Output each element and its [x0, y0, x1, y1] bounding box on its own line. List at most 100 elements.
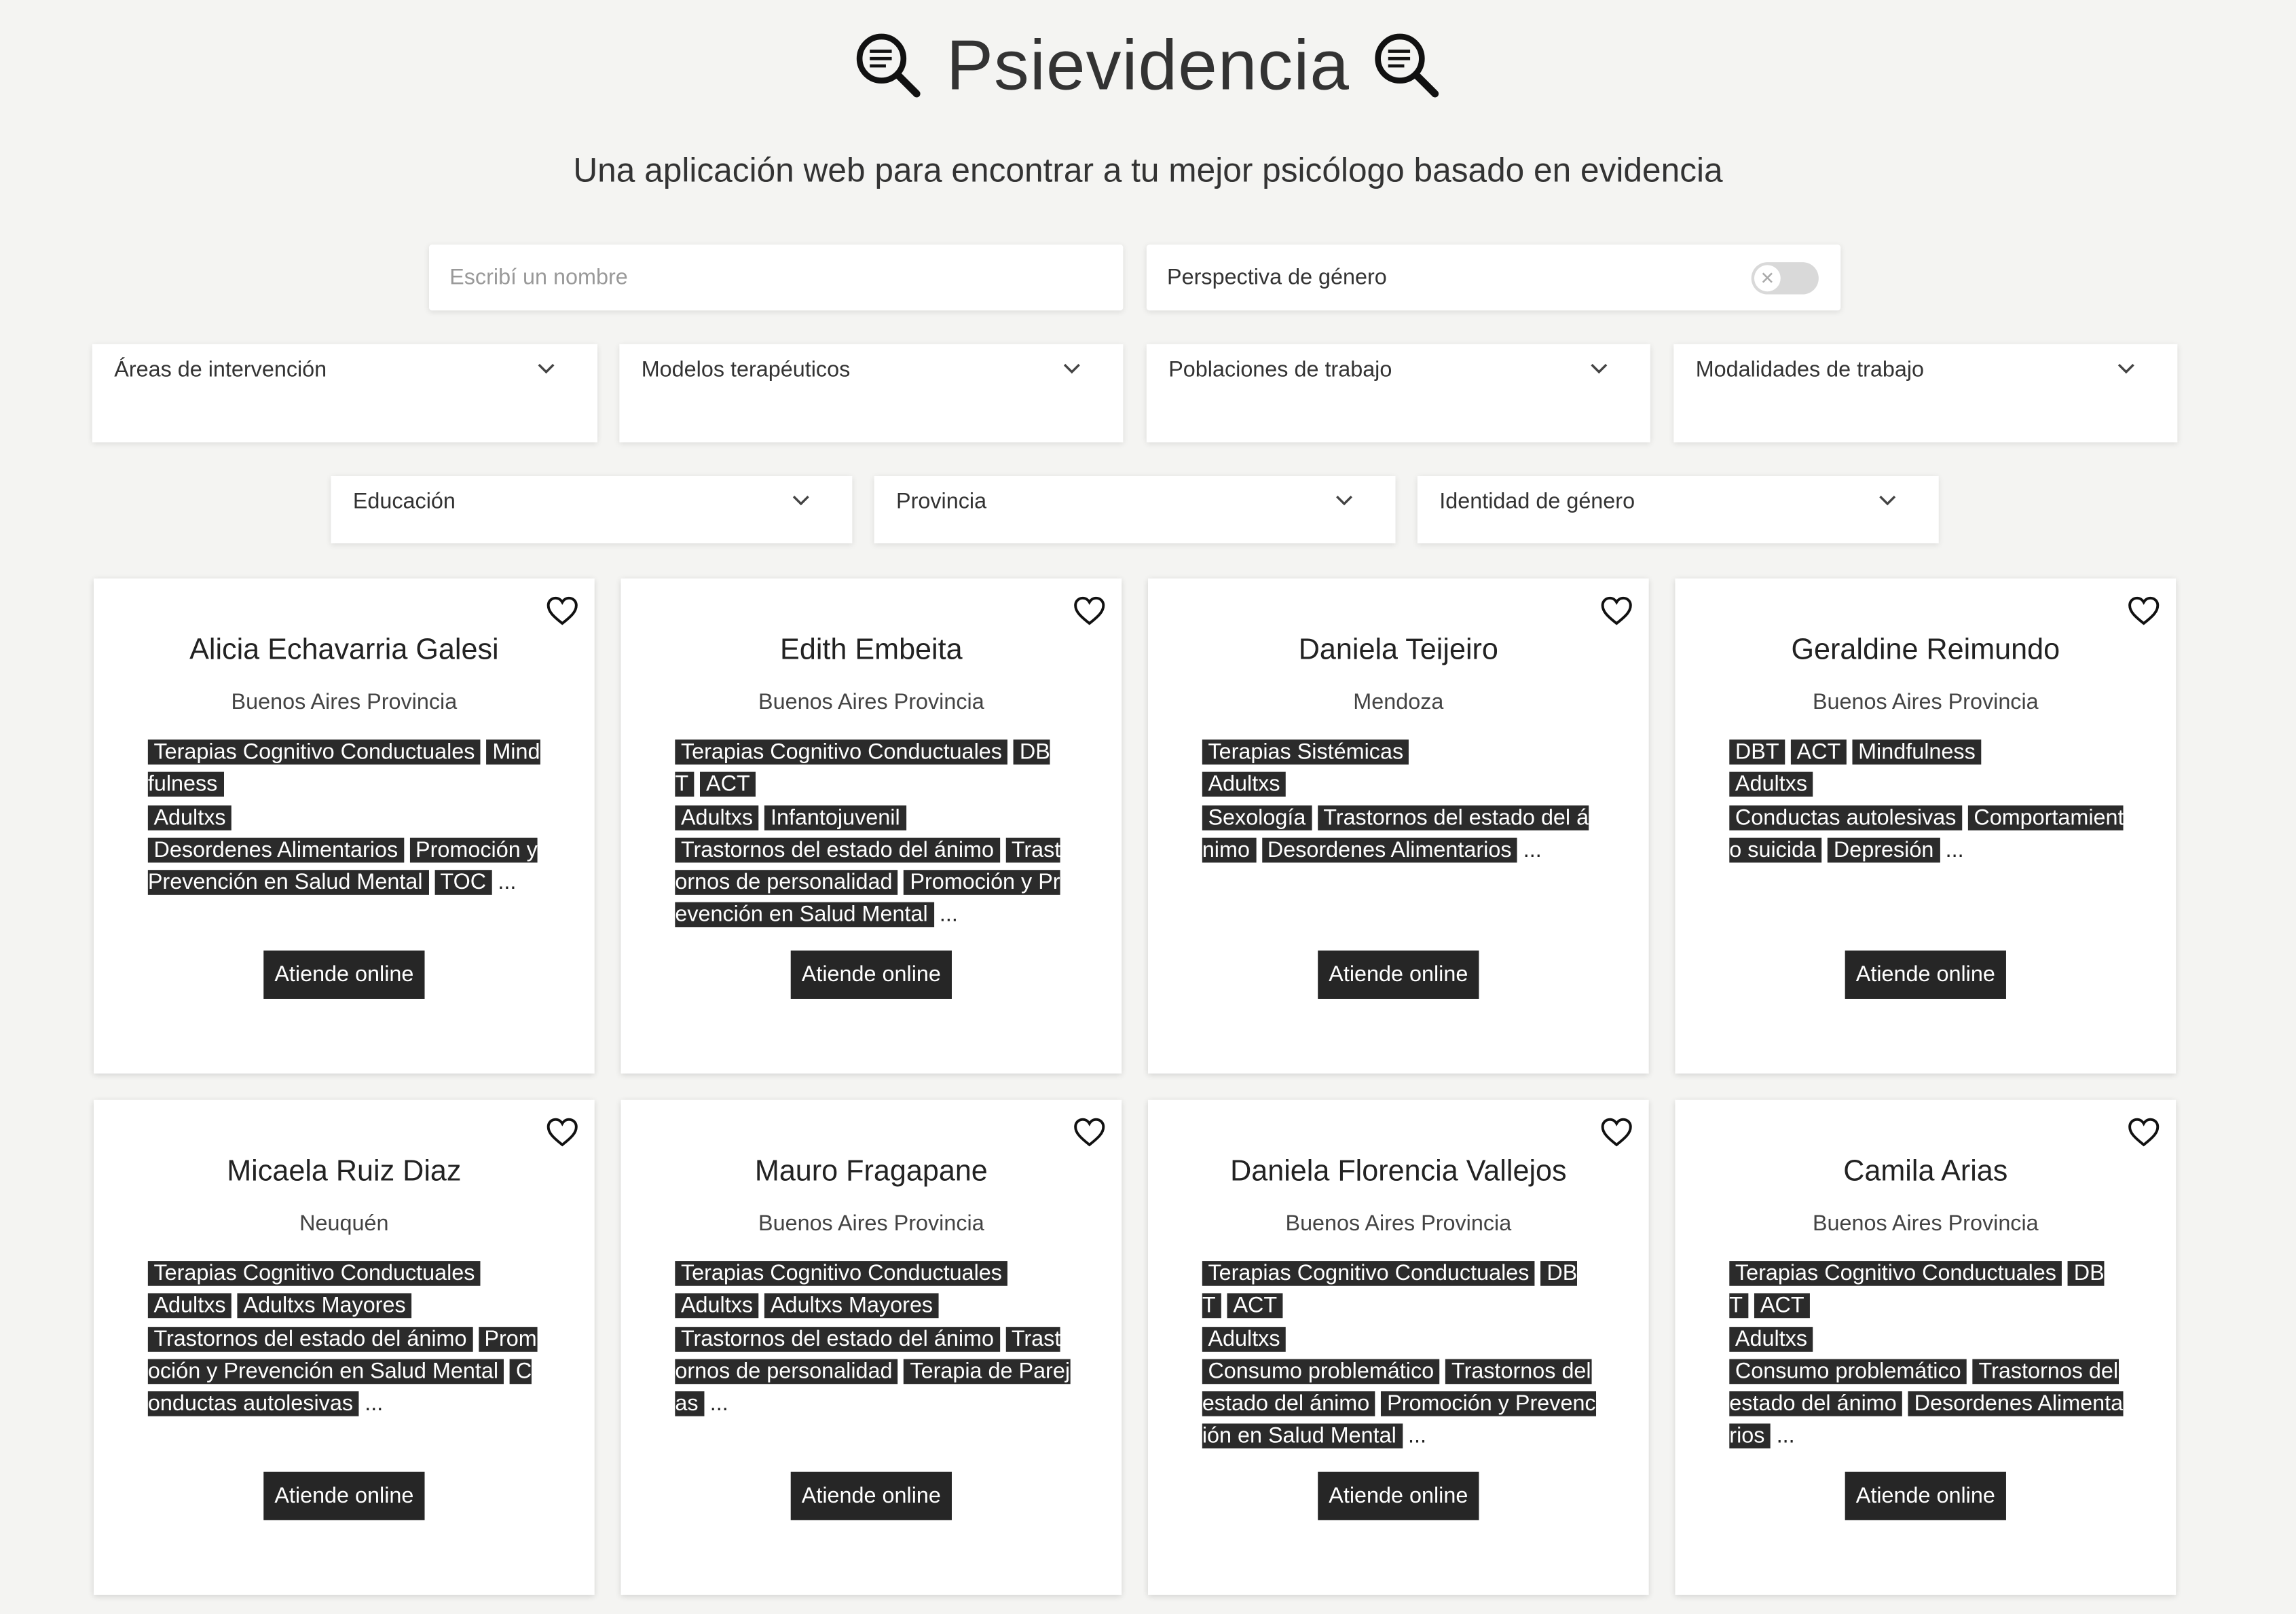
tag: Trastornos del estado del ánimo: [675, 837, 1000, 863]
tag-group: Desordenes Alimentarios Promoción y Preve…: [147, 834, 543, 900]
card-location: Mendoza: [1353, 689, 1444, 715]
card-name: Alicia Echavarria Galesi: [189, 634, 499, 667]
psychologist-card[interactable]: Daniela Teijeiro Mendoza Terapias Sistémic…: [1148, 578, 1649, 1074]
filter-areas-dropdown[interactable]: Áreas de intervención: [92, 344, 598, 443]
tag: Adultxs Mayores: [764, 1294, 939, 1319]
tag: Terapias Cognitivo Conductuales: [147, 739, 481, 765]
filter-modelos-label: Modelos terapéuticos: [641, 357, 851, 382]
heart-icon[interactable]: [547, 1118, 578, 1147]
filter-poblaciones-label: Poblaciones de trabajo: [1168, 357, 1392, 382]
tag-group: Terapias Cognitivo Conductuales DBT ACT: [1202, 1258, 1597, 1323]
psychologist-card[interactable]: Micaela Ruiz Diaz Neuquén Terapias Cogniti…: [94, 1099, 595, 1595]
tag: Sexología: [1202, 805, 1312, 830]
tag-group: Adultxs Adultxs Mayores: [675, 1291, 1070, 1323]
filter-educacion-label: Educación: [352, 489, 456, 515]
filter-poblaciones-dropdown[interactable]: Poblaciones de trabajo: [1146, 344, 1650, 443]
attends-online-button[interactable]: Atiende online: [1318, 1471, 1479, 1520]
card-location: Buenos Aires Provincia: [1285, 1211, 1512, 1236]
psychologist-card[interactable]: Geraldine Reimundo Buenos Aires Provincia…: [1675, 578, 2177, 1074]
tag: Terapias Sistémicas: [1202, 739, 1409, 765]
gender-perspective-toggle[interactable]: ✕: [1751, 261, 1819, 294]
tag-group: Sexología Trastornos del estado del ánimo…: [1202, 802, 1597, 867]
card-name: Camila Arias: [1843, 1155, 2008, 1188]
tag-group: Consumo problemático Trastornos del estad…: [1729, 1356, 2124, 1454]
tag-group: Terapias Cognitivo Conductuales Mindfulne…: [147, 737, 543, 802]
page-title: Psievidencia: [946, 26, 1350, 105]
card-tags: Terapias Cognitivo Conductuales DBT ACT Adu…: [1202, 1258, 1597, 1454]
card-tags: Terapias Cognitivo Conductuales DBT ACT Adu…: [675, 737, 1070, 933]
search-box: [428, 244, 1124, 311]
tag-group: Terapias Cognitivo Conductuales: [675, 1258, 1070, 1291]
heart-icon[interactable]: [1073, 596, 1105, 625]
chevron-down-icon: [791, 491, 811, 511]
tag: Adultxs: [1202, 772, 1286, 797]
psychologist-card[interactable]: Edith Embeita Buenos Aires Provincia Terap…: [621, 578, 1122, 1074]
card-name: Geraldine Reimundo: [1791, 634, 2060, 667]
card-tags: Terapias Cognitivo Conductuales Mindfulne…: [147, 737, 543, 900]
filter-modalidades-label: Modalidades de trabajo: [1695, 357, 1925, 382]
tag: Terapias Cognitivo Conductuales: [675, 1261, 1008, 1286]
tag: TOC: [434, 870, 492, 896]
heart-icon[interactable]: [1073, 1118, 1105, 1147]
card-name: Daniela Florencia Vallejos: [1230, 1155, 1567, 1188]
tag-group: Adultxs: [1729, 1323, 2124, 1356]
tag: ACT: [700, 772, 756, 797]
filter-modalidades-dropdown[interactable]: Modalidades de trabajo: [1673, 344, 2178, 443]
tag: Adultxs: [1729, 772, 1813, 797]
card-location: Buenos Aires Provincia: [1812, 1211, 2039, 1236]
tag-group: Terapias Cognitivo Conductuales: [147, 1258, 543, 1291]
tag: Trastornos del estado del ánimo: [147, 1326, 473, 1351]
heart-icon[interactable]: [2128, 596, 2160, 625]
card-location: Buenos Aires Provincia: [1812, 689, 2039, 715]
heart-icon[interactable]: [1600, 596, 1632, 625]
psychologist-card[interactable]: Camila Arias Buenos Aires Provincia Terapi…: [1675, 1099, 2177, 1595]
tag-group: Terapias Sistémicas: [1202, 737, 1597, 769]
tag-group: Adultxs: [147, 802, 543, 834]
tag: Adultxs: [675, 805, 759, 830]
tag-group: Trastornos del estado del ánimo Promoción…: [147, 1323, 543, 1421]
tag: Adultxs: [675, 1294, 759, 1319]
tag: Terapias Cognitivo Conductuales: [1202, 1261, 1536, 1286]
tag-group: Trastornos del estado del ánimo Trastorno…: [675, 1323, 1071, 1421]
heart-icon[interactable]: [547, 596, 578, 625]
attends-online-button[interactable]: Atiende online: [264, 950, 424, 999]
card-tags: Terapias Cognitivo Conductuales Adultxs Ad…: [147, 1258, 543, 1421]
tags-ellipsis: ...: [1523, 837, 1542, 863]
attends-online-button[interactable]: Atiende online: [791, 1471, 951, 1520]
card-name: Mauro Fragapane: [754, 1155, 988, 1188]
chevron-down-icon: [536, 359, 556, 379]
gender-perspective-label: Perspectiva de género: [1167, 265, 1387, 291]
filter-identidad-label: Identidad de género: [1439, 489, 1635, 515]
filter-areas-label: Áreas de intervención: [114, 357, 327, 382]
card-tags: Terapias Cognitivo Conductuales DBT ACT Adu…: [1729, 1258, 2124, 1454]
attends-online-button[interactable]: Atiende online: [264, 1471, 424, 1520]
tag: Mindfulness: [1852, 739, 1982, 765]
psychologist-card[interactable]: Mauro Fragapane Buenos Aires Provincia Ter…: [621, 1099, 1122, 1595]
psychologist-card[interactable]: Daniela Florencia Vallejos Buenos Aires P…: [1148, 1099, 1649, 1595]
tag: Desordenes Alimentarios: [1261, 837, 1518, 863]
search-input[interactable]: [428, 244, 1124, 311]
filter-identidad-dropdown[interactable]: Identidad de género: [1417, 475, 1939, 544]
tags-ellipsis: ...: [709, 1391, 728, 1417]
card-tags: Terapias Cognitivo Conductuales Adultxs Ad…: [675, 1258, 1071, 1421]
card-location: Buenos Aires Provincia: [758, 1211, 984, 1236]
filter-provincia-dropdown[interactable]: Provincia: [874, 475, 1396, 544]
tag: Terapias Cognitivo Conductuales: [1729, 1261, 2062, 1286]
attends-online-button[interactable]: Atiende online: [791, 950, 951, 999]
chevron-down-icon: [1062, 359, 1082, 379]
tag: Adultxs: [1202, 1326, 1286, 1351]
filter-educacion-dropdown[interactable]: Educación: [331, 475, 853, 544]
heart-icon[interactable]: [1600, 1118, 1632, 1147]
attends-online-button[interactable]: Atiende online: [1318, 950, 1479, 999]
tags-ellipsis: ...: [1945, 837, 1964, 863]
attends-online-button[interactable]: Atiende online: [1845, 950, 2005, 999]
card-name: Daniela Teijeiro: [1298, 634, 1498, 667]
tag: Adultxs: [1729, 1326, 1813, 1351]
filter-modelos-dropdown[interactable]: Modelos terapéuticos: [619, 344, 1124, 443]
gender-perspective-toggle-row[interactable]: Perspectiva de género ✕: [1146, 244, 1841, 311]
close-icon: ✕: [1754, 264, 1781, 291]
heart-icon[interactable]: [2128, 1118, 2160, 1147]
header: Psievidencia: [0, 20, 2296, 111]
attends-online-button[interactable]: Atiende online: [1845, 1471, 2005, 1520]
psychologist-card[interactable]: Alicia Echavarria Galesi Buenos Aires Pro…: [94, 578, 595, 1074]
